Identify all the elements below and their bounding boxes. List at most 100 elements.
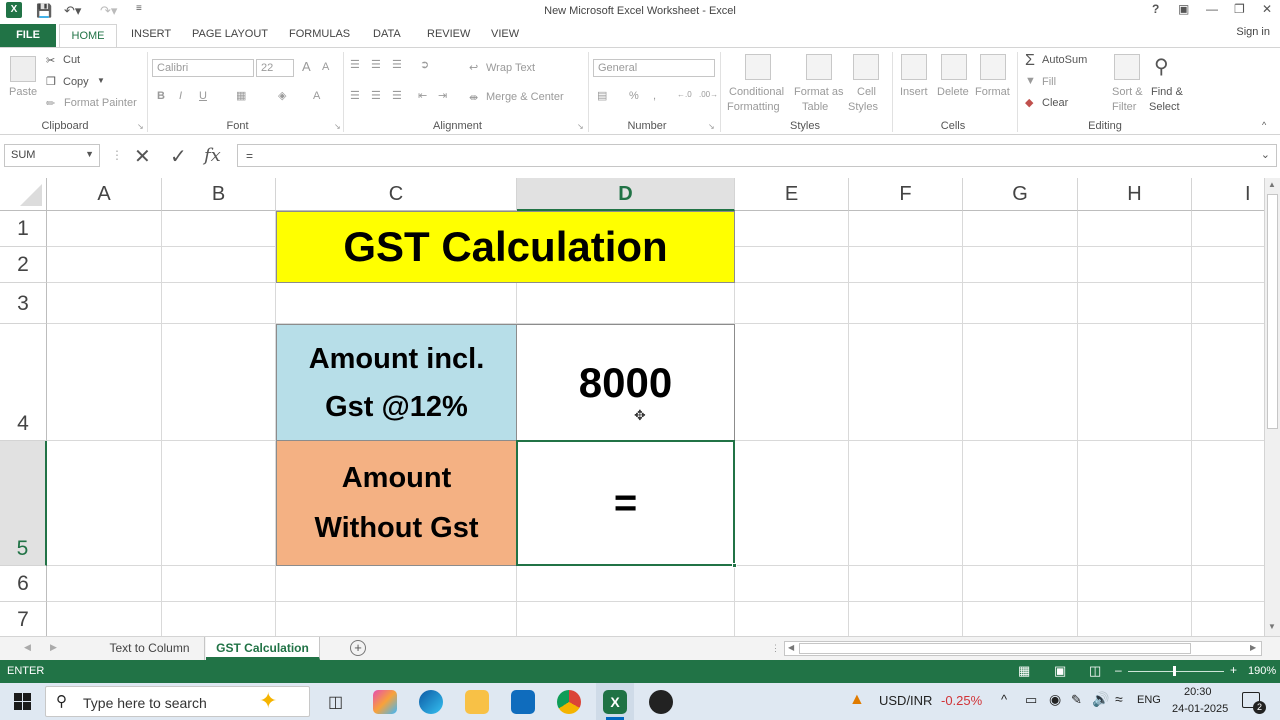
sheet-tab-gst-calculation[interactable]: GST Calculation — [206, 637, 320, 660]
normal-view-icon[interactable]: ▦ — [1018, 663, 1030, 679]
title-cell[interactable]: GST Calculation — [276, 211, 735, 283]
conditional-formatting-icon[interactable] — [745, 54, 771, 80]
name-box[interactable]: SUM ▼ — [4, 144, 100, 167]
zoom-out-icon[interactable]: – — [1115, 663, 1122, 677]
select-all-corner[interactable] — [0, 178, 47, 211]
tab-data[interactable]: DATA — [373, 28, 401, 40]
merge-center-icon[interactable]: ⇼ — [469, 91, 478, 104]
active-cell[interactable]: = — [516, 440, 735, 566]
decrease-indent-icon[interactable]: ⇤ — [418, 89, 427, 102]
row-header-5[interactable]: 5 — [0, 441, 47, 566]
zoom-level[interactable]: 190% — [1248, 665, 1276, 677]
network-vpn-icon[interactable]: ▭ — [1025, 692, 1037, 708]
clear-button[interactable]: Clear — [1042, 97, 1068, 109]
microphone-icon[interactable]: ◉ — [1049, 691, 1061, 708]
merge-center-button[interactable]: Merge & Center — [486, 91, 564, 103]
middle-align-icon[interactable]: ☰ — [371, 58, 381, 71]
clipboard-launcher-icon[interactable]: ↘ — [137, 122, 144, 131]
sort-filter-label-2[interactable]: Filter — [1112, 101, 1136, 113]
amount-incl-label-cell[interactable]: Amount incl. Gst @12% — [276, 324, 517, 441]
horizontal-scrollbar[interactable]: ◀ ▶ — [784, 641, 1262, 656]
screen-recorder-icon[interactable] — [649, 690, 673, 714]
column-header-i[interactable]: I — [1192, 178, 1264, 211]
windows-start-icon[interactable] — [14, 693, 31, 710]
edge-icon[interactable] — [419, 690, 443, 714]
cell-styles-label-1[interactable]: Cell — [857, 86, 876, 98]
formula-input[interactable]: = ⌄ — [237, 144, 1277, 167]
cell-styles-icon[interactable] — [853, 54, 879, 80]
minimize-icon[interactable]: — — [1206, 2, 1218, 16]
fill-icon[interactable]: ▼ — [1025, 75, 1036, 87]
paste-button[interactable]: Paste — [9, 86, 37, 98]
copilot-sparkle-icon[interactable]: ✦ — [259, 688, 277, 714]
zoom-in-icon[interactable]: + — [1230, 663, 1237, 677]
bottom-align-icon[interactable]: ☰ — [392, 58, 402, 71]
wrap-text-button[interactable]: Wrap Text — [486, 62, 535, 74]
find-select-label-1[interactable]: Find & — [1151, 86, 1183, 98]
font-name-box[interactable]: Calibri — [152, 59, 254, 77]
clock-date[interactable]: 24-01-2025 — [1172, 703, 1228, 715]
new-sheet-icon[interactable]: + — [350, 640, 366, 656]
column-header-c[interactable]: C — [276, 178, 517, 211]
next-sheet-icon[interactable]: ▶ — [50, 642, 57, 653]
file-explorer-icon[interactable] — [465, 690, 489, 714]
cell-styles-label-2[interactable]: Styles — [848, 101, 878, 113]
outlook-icon[interactable] — [511, 690, 535, 714]
format-as-table-icon[interactable] — [806, 54, 832, 80]
cut-icon[interactable]: ✂ — [46, 54, 55, 67]
row-header-4[interactable]: 4 — [0, 324, 47, 441]
clock-time[interactable]: 20:30 — [1184, 686, 1212, 698]
tab-formulas[interactable]: FORMULAS — [289, 28, 350, 40]
increase-decimal-icon[interactable]: ←.0 — [677, 90, 692, 99]
column-header-g[interactable]: G — [963, 178, 1078, 211]
cut-button[interactable]: Cut — [63, 54, 80, 66]
conditional-formatting-label-1[interactable]: Conditional — [729, 86, 784, 98]
clear-icon[interactable]: ◆ — [1025, 96, 1033, 109]
fill-button[interactable]: Fill — [1042, 76, 1056, 88]
italic-button[interactable]: I — [179, 90, 182, 102]
underline-button[interactable]: U — [199, 90, 207, 102]
ribbon-display-icon[interactable]: ▣ — [1178, 2, 1189, 16]
copilot-icon[interactable] — [373, 690, 397, 714]
tray-overflow-icon[interactable]: ^ — [1001, 692, 1007, 707]
font-size-box[interactable]: 22 — [256, 59, 294, 77]
row-header-3[interactable]: 3 — [0, 283, 47, 324]
redo-icon[interactable]: ↷▾ — [100, 3, 117, 19]
sign-in-link[interactable]: Sign in — [1236, 26, 1270, 38]
vertical-scroll-thumb[interactable] — [1267, 194, 1278, 429]
fill-handle[interactable] — [732, 563, 737, 568]
taskbar-search-box[interactable]: ⚲ Type here to search ✦ — [45, 686, 310, 717]
find-select-icon[interactable]: ⚲ — [1154, 54, 1169, 79]
save-icon[interactable]: 💾 — [36, 3, 52, 19]
pen-icon[interactable]: ✎ — [1071, 692, 1082, 708]
tab-page-layout[interactable]: PAGE LAYOUT — [192, 28, 268, 40]
currency-icon[interactable]: ▤ — [597, 89, 607, 102]
paste-icon[interactable] — [10, 56, 36, 82]
tab-home[interactable]: HOME — [59, 24, 117, 48]
scroll-left-icon[interactable]: ◀ — [788, 643, 794, 652]
worksheet-grid[interactable]: A B C D E F G H I 1 2 3 4 5 6 7 GST Calc… — [0, 178, 1264, 636]
format-painter-icon[interactable]: ✏ — [46, 97, 55, 110]
alignment-launcher-icon[interactable]: ↘ — [577, 122, 584, 131]
name-box-dropdown-icon[interactable]: ▼ — [85, 149, 94, 159]
sort-filter-icon[interactable] — [1114, 54, 1140, 80]
horizontal-scroll-thumb[interactable] — [799, 643, 1191, 654]
row-header-6[interactable]: 6 — [0, 566, 47, 602]
language-indicator[interactable]: ENG — [1137, 694, 1161, 706]
number-format-box[interactable]: General — [593, 59, 715, 77]
insert-cells-icon[interactable] — [901, 54, 927, 80]
delete-cells-icon[interactable] — [941, 54, 967, 80]
format-cells-icon[interactable] — [980, 54, 1006, 80]
close-icon[interactable]: ✕ — [1262, 2, 1272, 16]
confirm-entry-icon[interactable]: ✓ — [170, 144, 187, 169]
scroll-down-icon[interactable]: ▼ — [1268, 622, 1276, 631]
insert-function-button[interactable]: fx — [204, 145, 221, 166]
orientation-icon[interactable]: ➲ — [420, 58, 429, 71]
fill-color-icon[interactable]: ◈ — [278, 89, 286, 102]
restore-icon[interactable]: ❐ — [1234, 2, 1245, 16]
format-painter-button[interactable]: Format Painter — [64, 97, 137, 109]
format-as-table-label-2[interactable]: Table — [802, 101, 828, 113]
vertical-scrollbar[interactable]: ▲ ▼ — [1264, 178, 1280, 636]
column-header-h[interactable]: H — [1078, 178, 1192, 211]
bold-button[interactable]: B — [157, 90, 165, 102]
